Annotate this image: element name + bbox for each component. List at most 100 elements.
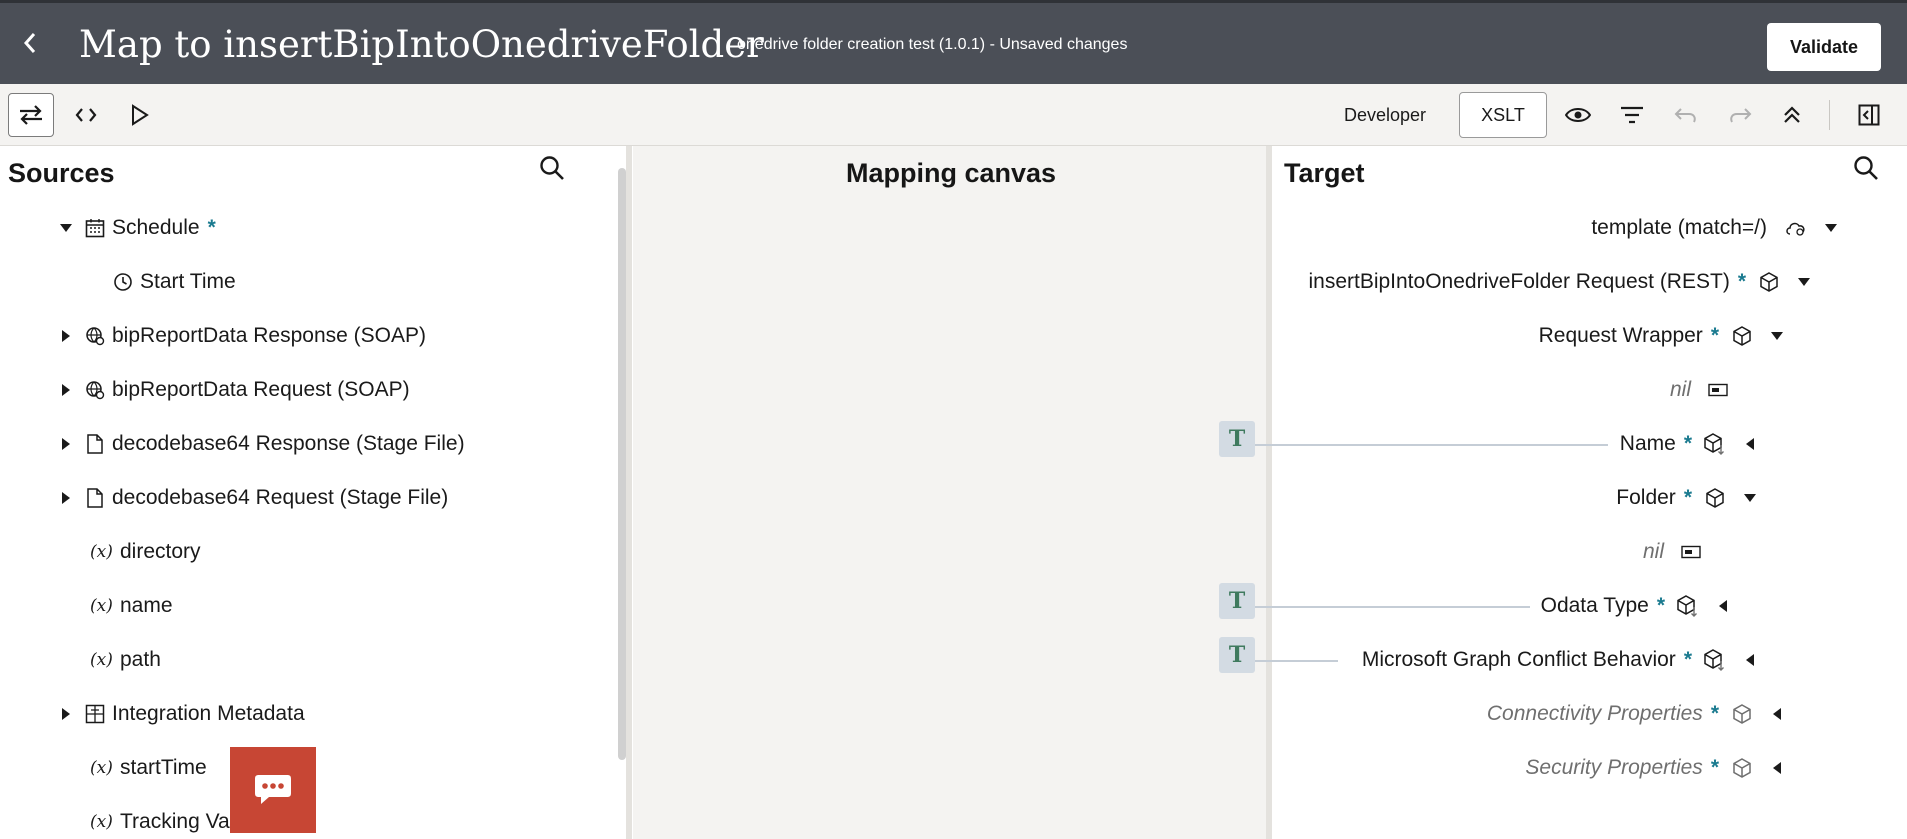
caret-left-icon[interactable] (1711, 599, 1735, 613)
caret-right-icon[interactable] (58, 491, 74, 505)
cube-icon (1731, 325, 1753, 347)
caret-left-icon[interactable] (1738, 437, 1762, 451)
target-node-label: Security Properties (1525, 756, 1703, 779)
text-function-node[interactable]: T (1219, 421, 1255, 457)
source-node-name[interactable]: (x) name (90, 586, 173, 626)
source-node-path[interactable]: (x) path (90, 640, 161, 680)
target-title: Target (1284, 158, 1365, 188)
calendar-icon (84, 217, 106, 239)
caret-right-icon[interactable] (58, 707, 74, 721)
toggle-panel-button[interactable] (1851, 96, 1887, 134)
chat-bubble-icon (255, 775, 291, 804)
required-marker: * (1710, 756, 1719, 779)
panel-collapse-icon (1858, 104, 1880, 126)
sources-search-button[interactable] (536, 152, 568, 184)
cube-icon (1758, 271, 1780, 293)
cube-icon (1731, 757, 1753, 779)
target-node-label: Request Wrapper (1538, 324, 1703, 347)
target-node-template[interactable]: template (match=/) (1591, 208, 1843, 248)
required-marker: * (207, 216, 216, 239)
source-node-integration-metadata[interactable]: Integration Metadata (58, 694, 305, 734)
cube-mapped-icon (1704, 433, 1726, 455)
test-run-button[interactable] (122, 96, 158, 134)
text-function-node[interactable]: T (1219, 637, 1255, 673)
filter-button[interactable] (1614, 96, 1650, 134)
undo-button[interactable] (1668, 96, 1704, 134)
source-node-label: decodebase64 Request (Stage File) (112, 486, 449, 509)
target-node-label: Connectivity Properties (1486, 702, 1703, 725)
caret-down-icon[interactable] (1792, 277, 1816, 287)
target-node-nil[interactable]: nil (1670, 370, 1729, 410)
preview-button[interactable] (1560, 96, 1596, 134)
target-node-folder[interactable]: Folder * (1616, 478, 1762, 518)
cube-icon (1731, 703, 1753, 725)
source-node-bip-request[interactable]: bipReportData Request (SOAP) (58, 370, 410, 410)
left-splitter[interactable] (626, 146, 632, 839)
back-button[interactable] (14, 25, 46, 61)
validate-button[interactable]: Validate (1767, 23, 1881, 71)
source-node-tracking[interactable]: (x) Tracking Va (90, 802, 230, 839)
redo-icon (1730, 108, 1752, 123)
cloud-gear-icon (1785, 217, 1807, 239)
redo-button[interactable] (1722, 96, 1758, 134)
caret-left-icon[interactable] (1765, 761, 1789, 775)
source-node-label: Schedule (112, 216, 200, 239)
variable-icon: (x) (90, 812, 113, 832)
caret-down-icon[interactable] (1738, 493, 1762, 503)
cube-mapped-icon (1677, 595, 1699, 617)
caret-down-icon[interactable] (1765, 331, 1789, 341)
source-node-label: bipReportData Response (SOAP) (112, 324, 426, 347)
source-node-label: bipReportData Request (SOAP) (112, 378, 410, 401)
chat-assistant-button[interactable] (230, 747, 316, 833)
target-node-insert-request[interactable]: insertBipIntoOnedriveFolder Request (RES… (1308, 262, 1816, 302)
source-node-start-time[interactable]: Start Time (112, 262, 236, 302)
target-node-conflict-behavior[interactable]: Microsoft Graph Conflict Behavior * (1362, 640, 1762, 680)
source-node-decode-response[interactable]: decodebase64 Response (Stage File) (58, 424, 465, 464)
caret-down-icon[interactable] (1819, 223, 1843, 233)
text-function-node[interactable]: T (1219, 583, 1255, 619)
target-node-nil[interactable]: nil (1643, 532, 1702, 572)
collapse-all-button[interactable] (1774, 96, 1810, 134)
caret-left-icon[interactable] (1765, 707, 1789, 721)
search-icon (540, 156, 564, 180)
xslt-button[interactable]: XSLT (1459, 92, 1547, 138)
code-brackets-icon (75, 108, 97, 122)
caret-right-icon[interactable] (58, 329, 74, 343)
source-node-bip-response[interactable]: bipReportData Response (SOAP) (58, 316, 426, 356)
target-node-request-wrapper[interactable]: Request Wrapper * (1539, 316, 1789, 356)
target-node-label: template (match=/) (1591, 216, 1767, 239)
source-node-directory[interactable]: (x) directory (90, 532, 201, 572)
source-node-starttime[interactable]: (x) startTime (90, 748, 207, 788)
swap-view-button[interactable] (8, 93, 54, 137)
mapping-line (1252, 660, 1338, 662)
target-search-button[interactable] (1850, 152, 1882, 184)
sources-scrollbar[interactable] (618, 168, 626, 760)
file-icon (84, 433, 106, 455)
target-node-odata-type[interactable]: Odata Type * (1541, 586, 1735, 626)
target-node-label: Name (1619, 432, 1676, 455)
caret-left-icon[interactable] (1738, 653, 1762, 667)
required-marker: * (1683, 648, 1692, 671)
swap-arrows-icon (20, 105, 42, 125)
required-marker: * (1683, 432, 1692, 455)
developer-mode-button[interactable]: Developer (1330, 96, 1440, 134)
target-node-security[interactable]: Security Properties * (1525, 748, 1789, 788)
source-node-label: Tracking Va (120, 810, 230, 833)
undo-icon (1674, 108, 1696, 123)
caret-right-icon[interactable] (58, 437, 74, 451)
target-node-name[interactable]: Name * (1620, 424, 1762, 464)
source-node-schedule[interactable]: Schedule * (58, 208, 216, 248)
target-node-label: Microsoft Graph Conflict Behavior (1361, 648, 1676, 671)
code-view-button[interactable] (68, 96, 104, 134)
variable-icon: (x) (90, 596, 113, 616)
source-node-decode-request[interactable]: decodebase64 Request (Stage File) (58, 478, 448, 518)
toolbar-divider (1829, 100, 1830, 130)
globe-gear-icon (84, 379, 106, 401)
target-panel: Target (1272, 146, 1907, 839)
caret-right-icon[interactable] (58, 383, 74, 397)
nil-box-icon (1680, 541, 1702, 563)
source-node-label: decodebase64 Response (Stage File) (112, 432, 465, 455)
target-node-connectivity[interactable]: Connectivity Properties * (1487, 694, 1789, 734)
source-node-label: name (120, 594, 173, 617)
caret-down-icon[interactable] (58, 223, 74, 233)
